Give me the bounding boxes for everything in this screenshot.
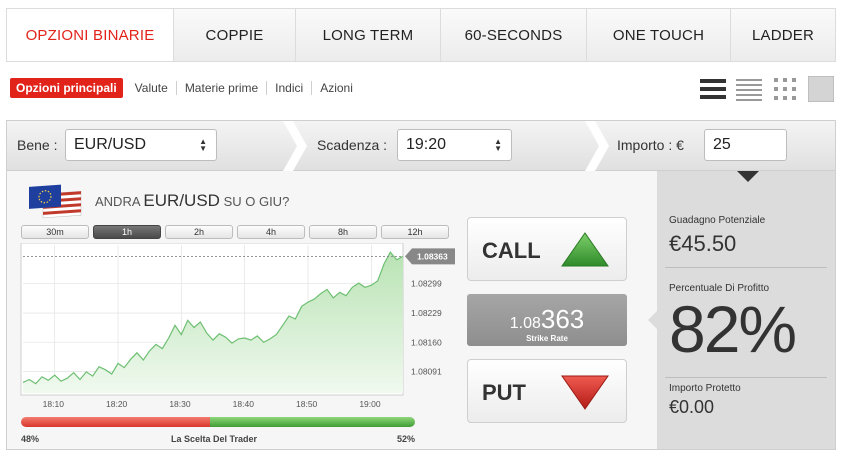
- period-2h[interactable]: 2h: [165, 225, 233, 239]
- potential-gain-label: Guadagno Potenziale: [669, 215, 766, 226]
- protected-amount-label: Importo Protetto: [669, 383, 741, 394]
- arrow-up-icon: [561, 232, 609, 267]
- x-tick-label: 18:50: [296, 399, 318, 409]
- call-button[interactable]: CALL: [467, 217, 627, 281]
- profit-percent-value: 82%: [669, 292, 797, 366]
- current-price-label: 1.08363: [417, 251, 448, 261]
- view-switcher: [700, 76, 834, 102]
- tile-view-icon[interactable]: [808, 76, 834, 102]
- expiry-label: Scadenza :: [317, 137, 388, 153]
- sentiment-caption: La Scelta Del Trader: [171, 434, 258, 444]
- potential-gain-value: €45.50: [669, 231, 737, 256]
- x-tick-label: 18:20: [106, 399, 128, 409]
- amount-input-value: 25: [713, 136, 731, 153]
- tab-60-seconds[interactable]: 60-SECONDS: [440, 9, 586, 61]
- sentiment-call-fill: [210, 417, 415, 427]
- y-tick-label: 1.08091: [411, 366, 442, 376]
- protected-amount-value: €0.00: [669, 397, 715, 417]
- period-4h[interactable]: 4h: [237, 225, 305, 239]
- sentiment-left-pct: 48%: [21, 434, 40, 444]
- asset-label: Bene :: [17, 137, 58, 153]
- strike-rate-digits: 363: [540, 304, 585, 334]
- put-label: PUT: [482, 380, 526, 405]
- category-indici[interactable]: Indici: [266, 81, 311, 95]
- tab-ladder[interactable]: LADDER: [730, 9, 835, 61]
- amount-label: Importo : €: [617, 137, 684, 153]
- sentiment-put-fill: [21, 417, 211, 427]
- category-opzioni-principali[interactable]: Opzioni principali: [10, 78, 123, 98]
- tab-one-touch[interactable]: ONE TOUCH: [586, 9, 730, 61]
- asset-select-value: EUR/USD: [74, 136, 147, 153]
- category-azioni[interactable]: Azioni: [311, 81, 361, 95]
- period-30m[interactable]: 30m: [21, 225, 89, 239]
- caret-down-icon: [737, 171, 759, 182]
- y-tick-label: 1.08160: [411, 337, 442, 347]
- sentiment-bar: [21, 417, 415, 427]
- question-suffix: SU O GIU?: [223, 194, 290, 209]
- period-1h[interactable]: 1h: [93, 225, 161, 239]
- trade-toolbar: Bene : EUR/USD ▲ ▼ Scadenza : 19:20 ▲ ▼ Im…: [7, 121, 835, 171]
- amount-input[interactable]: 25: [704, 129, 787, 161]
- x-tick-label: 18:40: [233, 399, 255, 409]
- put-button[interactable]: PUT: [467, 359, 627, 423]
- category-valute[interactable]: Valute: [127, 81, 176, 95]
- period-12h[interactable]: 12h: [381, 225, 449, 239]
- price-chart: 1.08299 1.08229 1.08160 1.08091 18:10 18:20 1…: [20, 243, 455, 409]
- trading-panel: Bene : EUR/USD ▲ ▼ Scadenza : 19:20 ▲ ▼ Im…: [6, 120, 836, 450]
- tab-long-term[interactable]: LONG TERM: [295, 9, 440, 61]
- current-price-tag: 1.08363: [405, 248, 455, 265]
- compact-list-icon[interactable]: [736, 76, 762, 102]
- strike-rate-value: 1.08363: [467, 304, 627, 335]
- category-nav: Opzioni principali Valute Materie prime …: [10, 78, 361, 98]
- chevron-separator-icon: [585, 121, 609, 171]
- period-selector: 30m 1h 2h 4h 8h 12h: [21, 225, 449, 239]
- period-8h[interactable]: 8h: [309, 225, 377, 239]
- category-materie-prime[interactable]: Materie prime: [175, 81, 266, 95]
- tab-coppie[interactable]: COPPIE: [173, 9, 295, 61]
- asset-select[interactable]: EUR/USD ▲ ▼: [65, 129, 217, 161]
- y-tick-label: 1.08229: [411, 308, 442, 318]
- list-view-icon[interactable]: [700, 76, 726, 102]
- strike-rate-prefix: 1.08: [509, 315, 541, 332]
- strike-rate-label: Strike Rate: [526, 334, 568, 343]
- divider: [665, 267, 827, 268]
- call-label: CALL: [482, 238, 541, 263]
- y-tick-label: 1.08299: [411, 278, 442, 288]
- direction-question: ANDRA EUR/USD SU O GIU?: [95, 191, 289, 211]
- expiry-select-value: 19:20: [406, 136, 447, 153]
- select-arrows-icon: ▲ ▼: [199, 137, 207, 153]
- tab-opzioni-binarie[interactable]: OPZIONI BINARIE: [7, 9, 173, 61]
- x-tick-label: 18:10: [43, 399, 65, 409]
- panel-pointer: [648, 311, 657, 329]
- payout-panel: Guadagno Potenziale €45.50 Percentuale D…: [648, 171, 835, 449]
- chevron-separator-icon: [283, 121, 307, 171]
- select-arrows-icon: ▲ ▼: [494, 137, 502, 153]
- grid-view-icon[interactable]: [772, 76, 798, 102]
- sentiment-right-pct: 52%: [397, 434, 416, 444]
- eur-usd-flag-icon: [29, 184, 82, 219]
- strike-rate-box: 1.08363 Strike Rate: [467, 294, 627, 346]
- question-pair: EUR/USD: [143, 191, 220, 210]
- divider: [665, 377, 827, 378]
- arrow-down-icon: [561, 375, 609, 410]
- expiry-select[interactable]: 19:20 ▲ ▼: [397, 129, 512, 161]
- x-tick-label: 18:30: [169, 399, 191, 409]
- x-tick-label: 19:00: [359, 399, 381, 409]
- question-prefix: ANDRA: [95, 194, 140, 209]
- product-tabs: OPZIONI BINARIE COPPIE LONG TERM 60-SECO…: [6, 8, 836, 62]
